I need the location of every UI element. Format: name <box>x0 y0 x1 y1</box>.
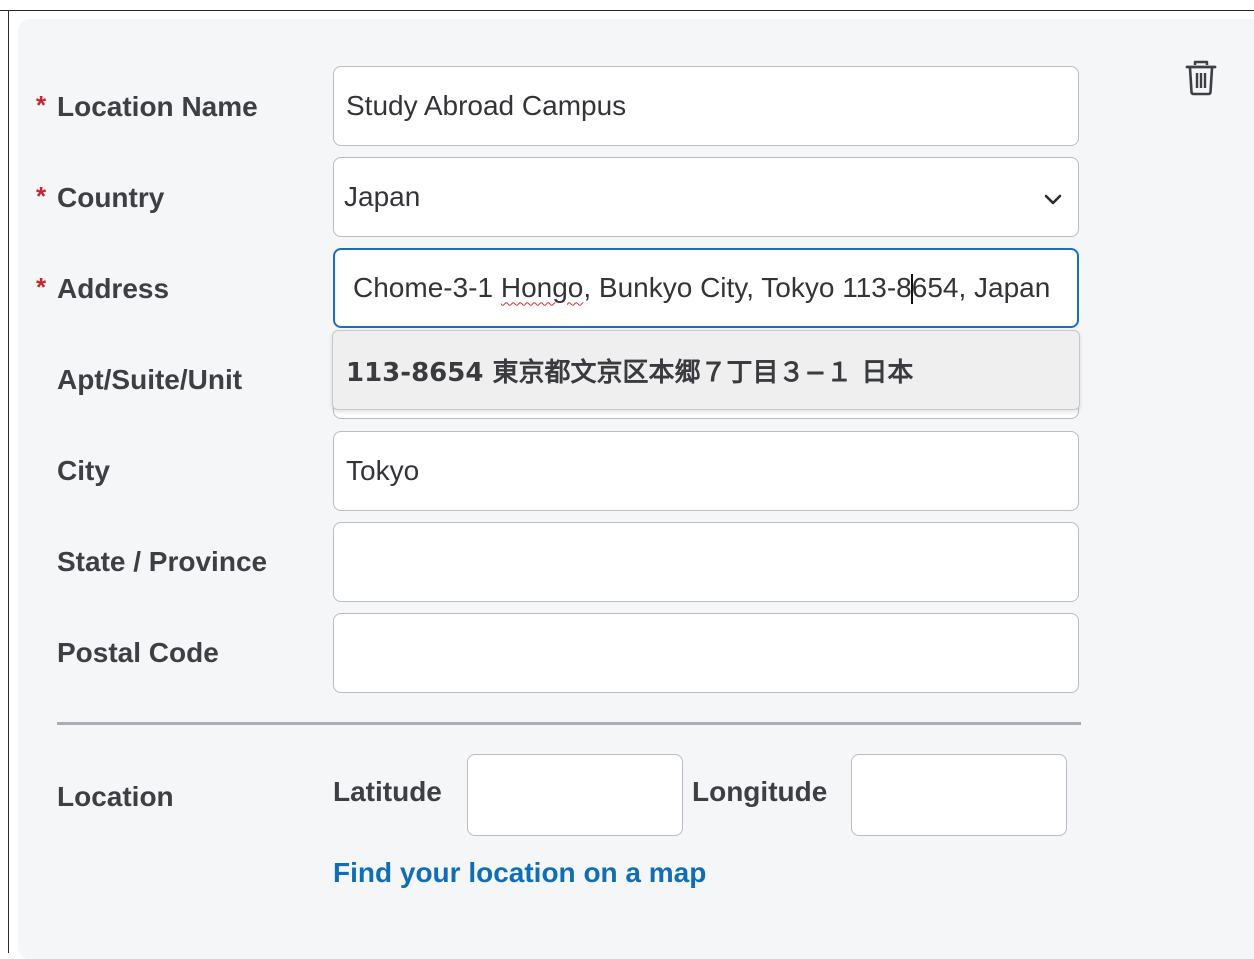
frame-border-left <box>8 10 9 953</box>
location-name-label: Location Name <box>57 91 258 122</box>
state-label: State / Province <box>57 546 268 577</box>
chevron-down-icon <box>1044 194 1062 205</box>
required-marker-location-name: * <box>36 90 47 120</box>
required-marker-country: * <box>36 181 47 211</box>
trash-icon[interactable] <box>1184 60 1218 96</box>
country-label: Country <box>57 182 165 213</box>
longitude-label: Longitude <box>692 776 828 807</box>
address-suggestion-item[interactable]: 113-8654 東京都文京区本郷７丁目３−１ 日本 <box>332 330 1080 410</box>
misspelled-word: Hongo <box>500 271 584 303</box>
address-input[interactable]: Chome-3-1 Hongo, Bunkyo City, Tokyo 113-… <box>333 248 1079 328</box>
state-input[interactable] <box>333 522 1079 602</box>
section-divider <box>57 722 1081 725</box>
longitude-input[interactable] <box>851 754 1067 836</box>
city-label: City <box>57 455 110 486</box>
country-selected-value: Japan <box>344 181 421 212</box>
required-marker-address: * <box>36 272 47 302</box>
location-label: Location <box>57 781 174 812</box>
location-name-input[interactable]: Study Abroad Campus <box>333 66 1079 146</box>
address-value: Chome-3-1 Hongo, Bunkyo City, Tokyo 113-… <box>353 271 1051 305</box>
postal-code-label: Postal Code <box>57 637 219 668</box>
find-on-map-link[interactable]: Find your location on a map <box>333 859 706 887</box>
latitude-input[interactable] <box>467 754 683 836</box>
address-suggestion-text: 113-8654 東京都文京区本郷７丁目３−１ 日本 <box>346 357 914 388</box>
city-input[interactable]: Tokyo <box>333 431 1079 511</box>
latitude-label: Latitude <box>333 776 442 807</box>
city-value: Tokyo <box>346 455 420 486</box>
location-name-value: Study Abroad Campus <box>346 90 627 121</box>
postal-code-input[interactable] <box>333 613 1079 693</box>
apt-label: Apt/Suite/Unit <box>57 364 243 395</box>
address-label: Address <box>57 273 170 304</box>
frame-border-top <box>0 10 1254 11</box>
country-select[interactable]: Japan <box>333 157 1079 237</box>
